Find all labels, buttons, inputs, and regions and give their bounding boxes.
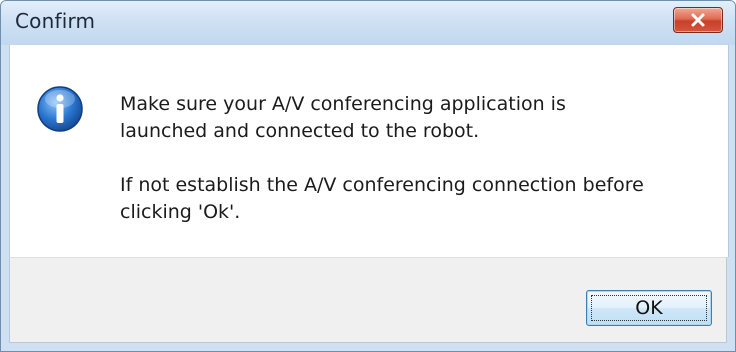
button-bar: OK [9, 257, 727, 343]
dialog-message: Make sure your A/V conferencing applicat… [120, 91, 720, 253]
confirm-dialog: Confirm Make sure your A/V conferencing … [0, 0, 736, 352]
title-bar[interactable]: Confirm [1, 1, 735, 45]
ok-button[interactable]: OK [586, 290, 712, 326]
message-paragraph-2: If not establish the A/V conferencing co… [120, 174, 644, 223]
info-icon [37, 86, 83, 132]
close-icon [691, 13, 705, 27]
message-paragraph-1: Make sure your A/V conferencing applicat… [120, 93, 566, 142]
close-button[interactable] [673, 7, 723, 33]
ok-button-label: OK [635, 297, 663, 319]
window-title: Confirm [15, 9, 96, 33]
dialog-content: Make sure your A/V conferencing applicat… [9, 45, 729, 257]
